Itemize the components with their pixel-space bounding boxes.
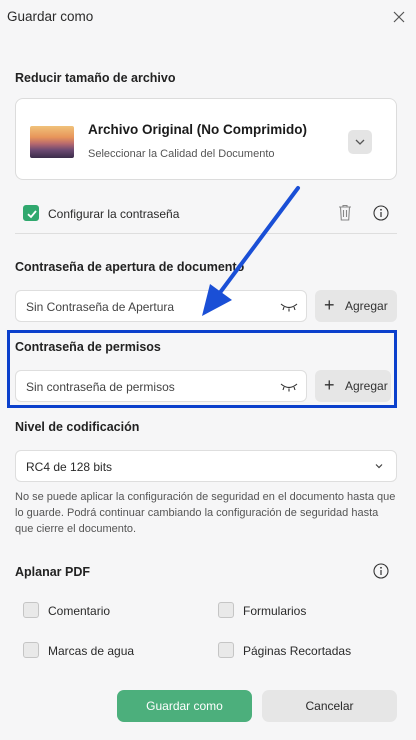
compress-heading: Reducir tamaño de archivo [15,71,176,85]
close-icon[interactable] [391,9,407,25]
chevron-down-icon [375,464,383,469]
save-as-button[interactable]: Guardar como [117,690,252,722]
compression-option-title: Archivo Original (No Comprimido) [88,122,308,137]
flatten-cropped-pages-checkbox[interactable] [218,642,234,658]
encryption-level-value: RC4 de 128 bits [26,460,113,474]
compression-dropdown-button[interactable] [348,130,372,154]
open-password-add-button[interactable]: + Agregar [315,290,397,322]
configure-password-checkbox[interactable] [23,205,39,221]
encryption-level-select[interactable]: RC4 de 128 bits [15,450,397,482]
trash-icon[interactable] [336,203,354,222]
dialog-title: Guardar como [7,9,94,24]
open-password-placeholder: Sin Contraseña de Apertura [26,300,175,314]
compression-option-subtitle: Seleccionar la Calidad del Documento [88,148,275,160]
security-note: No se puede aplicar la configuración de … [15,491,396,535]
document-thumbnail [30,126,74,158]
plus-icon: + [324,295,335,315]
flatten-forms-label: Formularios [243,604,307,618]
permission-password-heading: Contraseña de permisos [15,340,161,354]
flatten-comment-label: Comentario [48,604,111,618]
configure-password-label: Configurar la contraseña [48,207,180,221]
flatten-cropped-pages-label: Páginas Recortadas [243,644,352,658]
permission-password-placeholder: Sin contraseña de permisos [26,380,175,394]
permission-password-field[interactable]: Sin contraseña de permisos [15,370,307,402]
info-icon[interactable] [373,205,389,221]
cancel-button[interactable]: Cancelar [262,690,397,722]
plus-icon: + [324,375,335,395]
add-button-label: Agregar [345,299,388,313]
encryption-heading: Nivel de codificación [15,420,140,434]
permission-password-add-button[interactable]: + Agregar [315,370,391,402]
compression-option-card[interactable]: Archivo Original (No Comprimido) Selecci… [15,98,397,180]
checkmark-icon [27,210,37,219]
add-button-label: Agregar [345,379,388,393]
flatten-forms-checkbox[interactable] [218,602,234,618]
flatten-watermark-checkbox[interactable] [23,642,39,658]
flatten-watermark-label: Marcas de agua [48,644,135,658]
chevron-down-icon [355,139,365,145]
annotation-arrow [202,186,300,316]
eye-closed-icon[interactable] [280,382,298,392]
flatten-comment-checkbox[interactable] [23,602,39,618]
info-icon[interactable] [373,563,389,579]
flatten-heading: Aplanar PDF [15,565,91,579]
